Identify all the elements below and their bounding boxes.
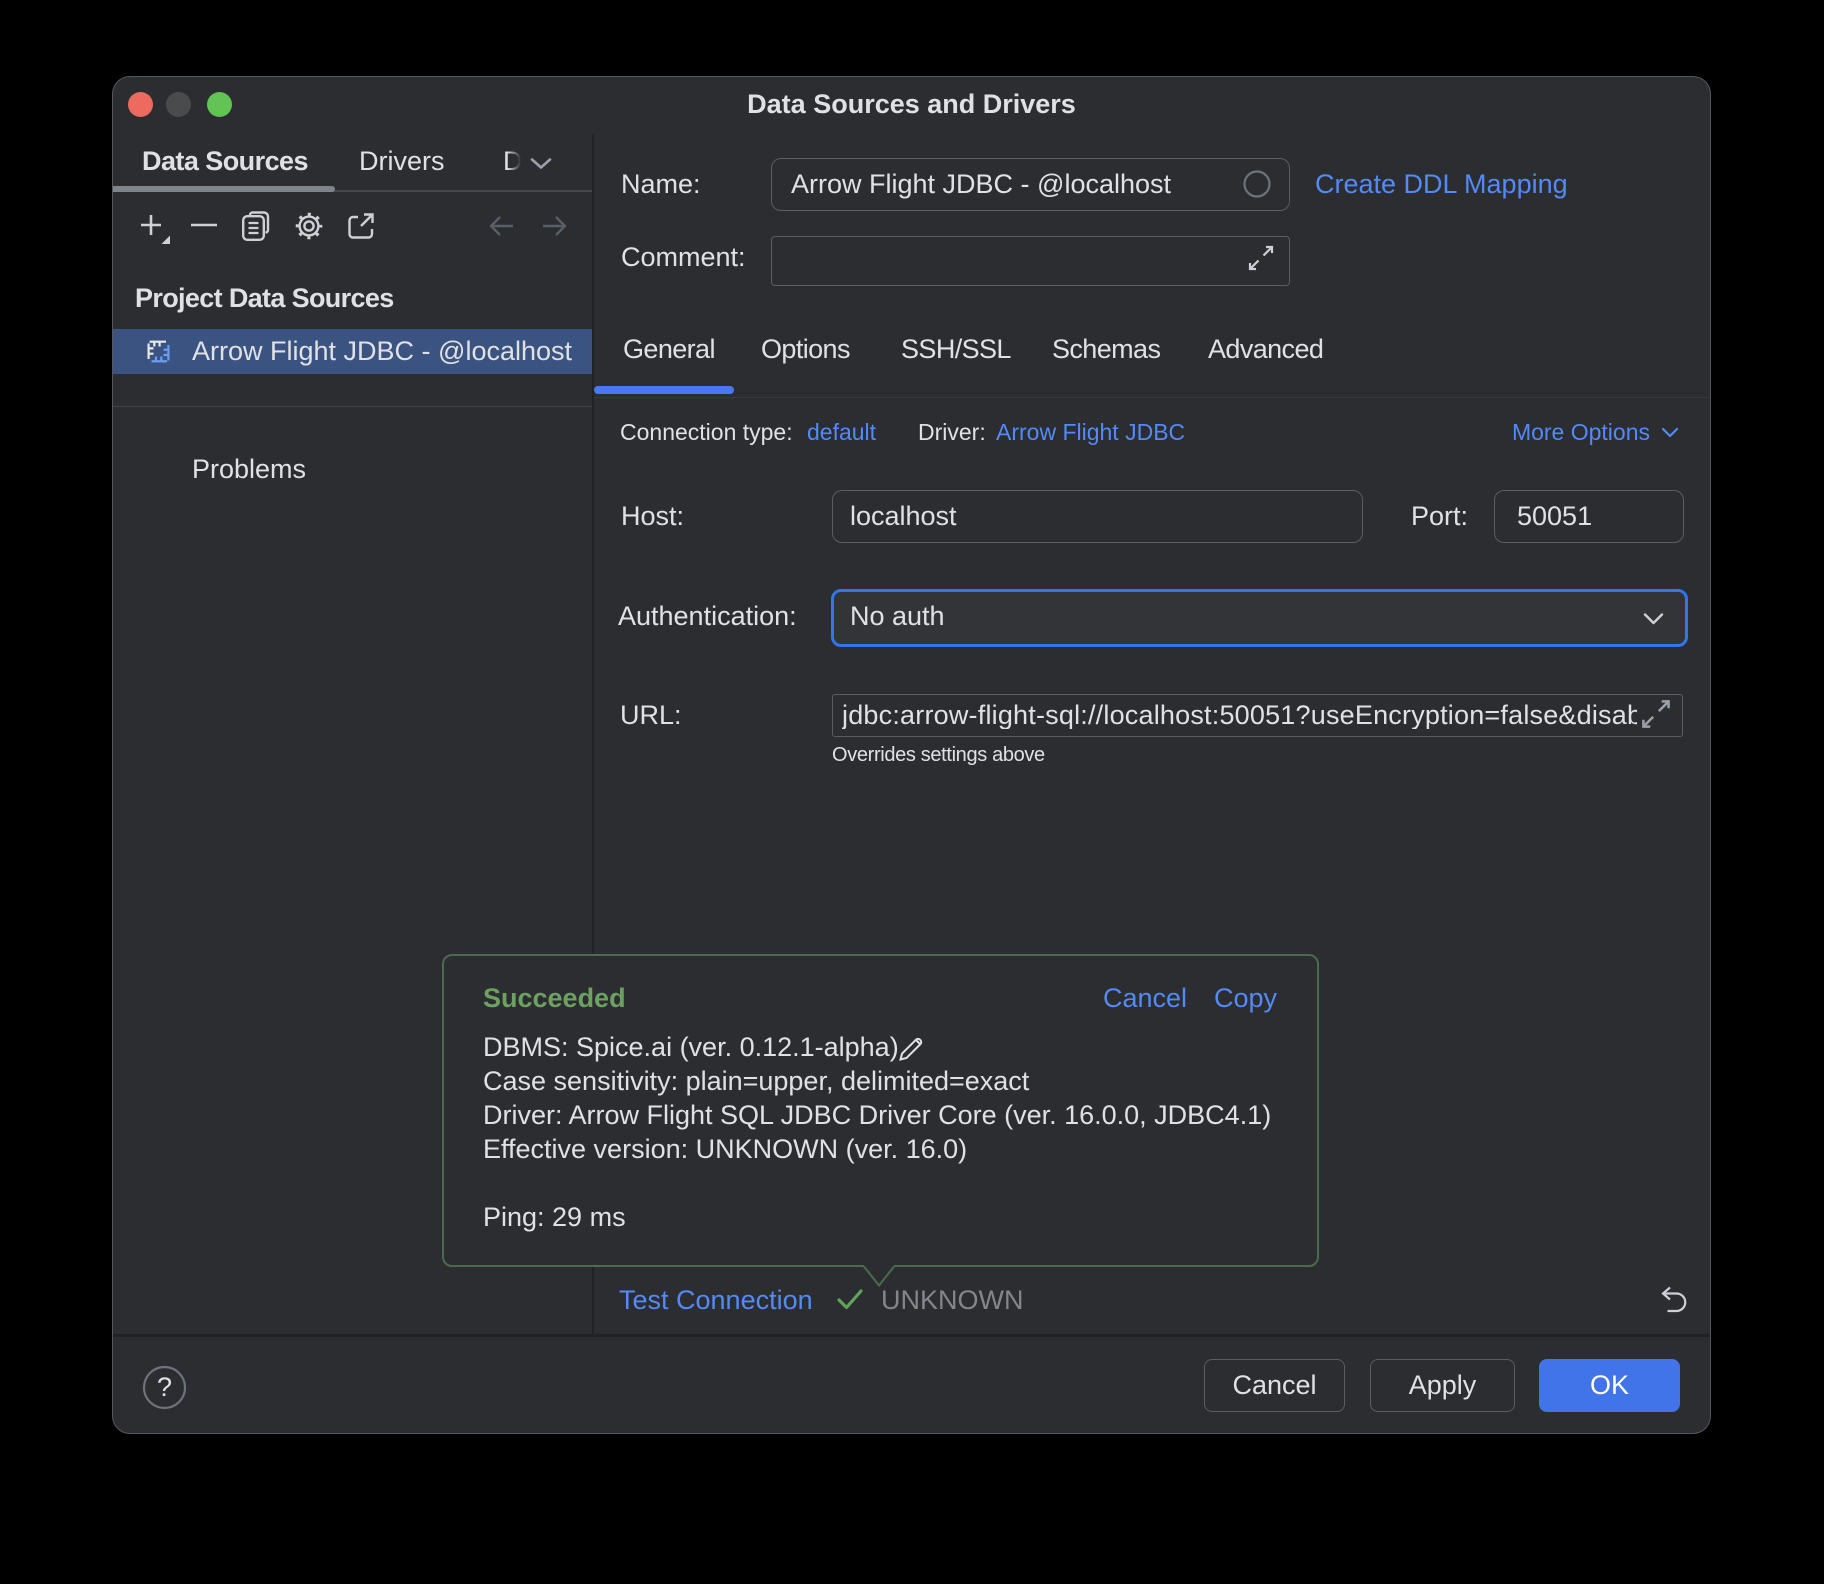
svg-text:?: ? (157, 1372, 172, 1402)
